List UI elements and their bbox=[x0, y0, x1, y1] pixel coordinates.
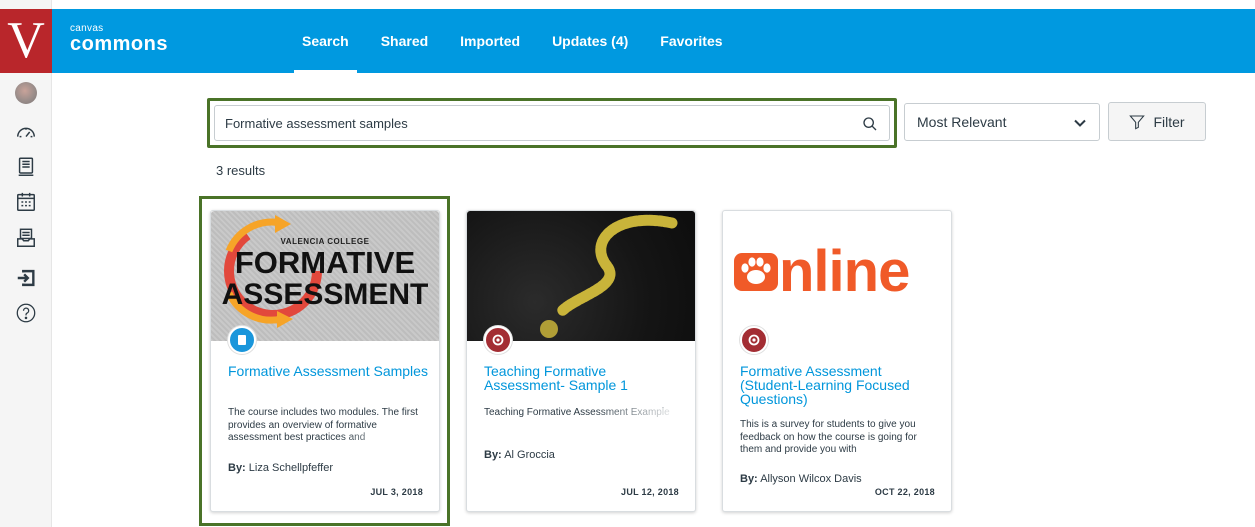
online-logo: nline bbox=[733, 237, 943, 307]
card-title[interactable]: Formative Assessment (Student-Learning F… bbox=[740, 364, 940, 406]
card-author: By: Liza Schellpfeffer bbox=[228, 462, 333, 474]
tab-favorites[interactable]: Favorites bbox=[644, 9, 738, 73]
result-card[interactable]: VALENCIA COLLEGE FORMATIVE ASSESSMENT Fo… bbox=[210, 210, 440, 512]
commons-brand[interactable]: canvas commons bbox=[70, 24, 168, 55]
thumb-title-line1: FORMATIVE bbox=[234, 245, 416, 280]
sort-selected-value: Most Relevant bbox=[917, 114, 1007, 130]
card-description: The course includes two modules. The fir… bbox=[228, 407, 428, 445]
tab-search[interactable]: Search bbox=[286, 9, 365, 73]
results-count: 3 results bbox=[216, 163, 266, 178]
quiz-icon bbox=[492, 334, 504, 346]
chevron-down-icon bbox=[1074, 119, 1086, 127]
tab-shared[interactable]: Shared bbox=[365, 9, 444, 73]
result-card[interactable]: Teaching Formative Assessment- Sample 1 … bbox=[466, 210, 696, 512]
document-icon bbox=[238, 335, 246, 345]
card-author: By: Allyson Wilcox Davis bbox=[740, 473, 862, 485]
card-title[interactable]: Teaching Formative Assessment- Sample 1 bbox=[484, 364, 684, 392]
question-mark-graphic bbox=[540, 214, 678, 338]
inbox-icon[interactable] bbox=[14, 226, 38, 250]
card-author: By: Al Groccia bbox=[484, 449, 555, 461]
card-thumbnail: nline bbox=[723, 211, 951, 341]
card-date: JUL 12, 2018 bbox=[621, 487, 679, 497]
institution-logo[interactable]: V bbox=[0, 9, 52, 73]
search-icon[interactable] bbox=[862, 116, 878, 132]
card-description: Teaching Formative Assessment Example bbox=[484, 407, 684, 420]
main-tabs: Search Shared Imported Updates (4) Favor… bbox=[286, 9, 739, 73]
author-name: Al Groccia bbox=[504, 449, 555, 461]
courses-icon[interactable] bbox=[14, 155, 38, 179]
thumb-title-line2: ASSESSMENT bbox=[221, 278, 429, 311]
search-input[interactable] bbox=[214, 105, 890, 141]
sort-select[interactable]: Most Relevant bbox=[904, 103, 1100, 141]
search-highlight-box bbox=[207, 98, 897, 148]
card-date: OCT 22, 2018 bbox=[874, 487, 935, 497]
quiz-type-badge bbox=[484, 326, 512, 354]
author-name: Allyson Wilcox Davis bbox=[760, 473, 862, 485]
quiz-type-badge bbox=[740, 326, 768, 354]
help-icon[interactable] bbox=[14, 301, 38, 325]
online-logo-text: nline bbox=[779, 239, 910, 304]
course-type-badge bbox=[228, 326, 256, 354]
calendar-icon[interactable] bbox=[14, 190, 38, 214]
tab-updates[interactable]: Updates (4) bbox=[536, 9, 644, 73]
card-thumbnail: VALENCIA COLLEGE FORMATIVE ASSESSMENT bbox=[211, 211, 439, 341]
card-title[interactable]: Formative Assessment Samples bbox=[228, 364, 428, 378]
author-label: By: bbox=[740, 473, 758, 485]
dashboard-icon[interactable] bbox=[14, 120, 38, 144]
author-label: By: bbox=[484, 449, 502, 461]
global-nav: V bbox=[0, 0, 52, 527]
quiz-icon bbox=[748, 334, 760, 346]
card-date: JUL 3, 2018 bbox=[370, 487, 423, 497]
card-thumbnail bbox=[467, 211, 695, 341]
logout-icon[interactable] bbox=[14, 266, 38, 290]
avatar[interactable] bbox=[15, 82, 37, 104]
author-label: By: bbox=[228, 462, 246, 474]
brand-big: commons bbox=[70, 33, 168, 55]
filter-button[interactable]: Filter bbox=[1108, 102, 1206, 141]
filter-label: Filter bbox=[1153, 113, 1185, 130]
card-description: This is a survey for students to give yo… bbox=[740, 419, 940, 457]
logo-letter: V bbox=[7, 12, 45, 69]
app-header: canvas commons Search Shared Imported Up… bbox=[52, 9, 1255, 73]
tab-imported[interactable]: Imported bbox=[444, 9, 536, 73]
result-card[interactable]: nline Formative Assessment (Student-Lear… bbox=[722, 210, 952, 512]
filter-icon bbox=[1129, 114, 1146, 130]
paw-logo-icon bbox=[734, 253, 778, 291]
author-name: Liza Schellpfeffer bbox=[248, 462, 333, 474]
